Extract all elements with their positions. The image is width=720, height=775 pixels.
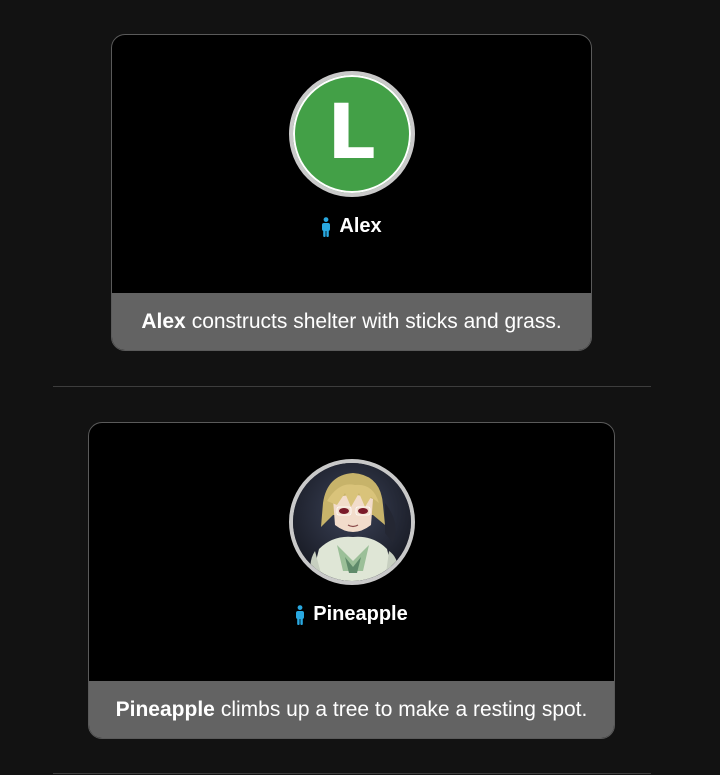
event-action: constructs shelter with sticks and grass… [191,309,562,333]
event-description: Pineapple climbs up a tree to make a res… [89,681,614,738]
tribute-name: Pineapple [313,603,408,625]
anime-character-portrait-icon [292,463,411,581]
tribute-avatar: L [288,71,415,197]
event-action: climbs up a tree to make a resting spot. [220,697,588,721]
person-icon [321,216,331,237]
divider [53,386,651,387]
event-card: L Alex Alex constructs shelter with stic… [111,34,592,351]
divider [53,773,651,774]
tribute-label: Alex [112,215,591,238]
tribute-label: Pineapple [89,603,614,626]
event-description: Alex constructs shelter with sticks and … [112,293,591,350]
tribute-avatar [288,459,415,585]
person-icon [295,604,305,625]
event-feed: L Alex Alex constructs shelter with stic… [0,0,720,775]
avatar-letter: L [327,87,376,176]
event-card: Pineapple Pineapple climbs up a tree to … [88,422,615,739]
event-actor: Pineapple [115,697,215,721]
event-actor: Alex [141,309,186,333]
tribute-name: Alex [339,215,382,237]
